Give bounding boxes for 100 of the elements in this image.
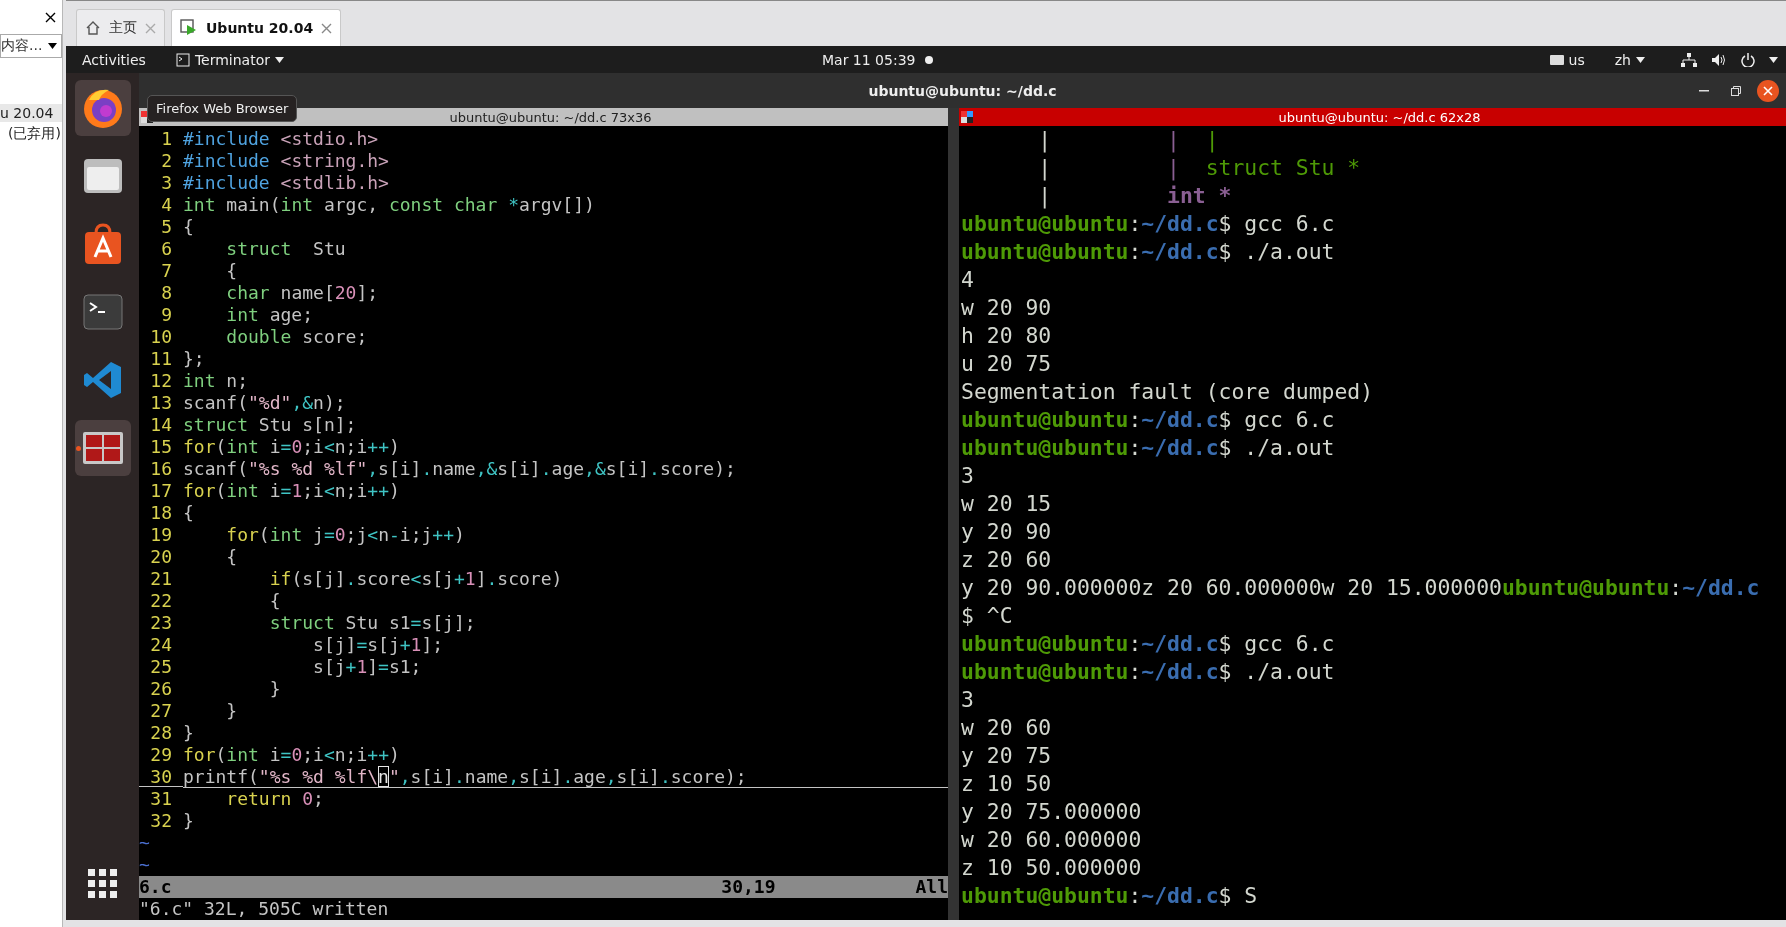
- code-line: s[j+1]=s1;: [312, 656, 423, 678]
- line-number: 15: [149, 436, 173, 458]
- search-dropdown[interactable]: 内容...: [0, 34, 62, 58]
- code-line: int main(int argc, const char *argv[]): [183, 194, 596, 216]
- terminal-line: h 20 80: [961, 323, 1052, 348]
- terminal-line: ubuntu@ubuntu:~/dd.c$ ./a.out: [961, 239, 1335, 264]
- pane-title: ubuntu@ubuntu: ~/dd.c 62x28: [1277, 109, 1482, 125]
- line-number: 16: [149, 458, 173, 480]
- code-line: {: [225, 546, 239, 568]
- scroll-position: All: [915, 876, 948, 898]
- terminal-icon: [175, 52, 190, 67]
- code-line: struct Stu s1=s[j];: [268, 612, 477, 634]
- close-icon: [1757, 80, 1779, 102]
- close-icon[interactable]: [45, 11, 56, 23]
- line-number: 4: [160, 194, 173, 216]
- terminal-line: ubuntu@ubuntu:~/dd.c$ ./a.out: [961, 659, 1335, 684]
- line-number: 31: [149, 788, 173, 810]
- keyboard-icon: [1549, 54, 1564, 65]
- library-item[interactable]: u 20.04: [0, 104, 62, 122]
- line-number: 23: [149, 612, 173, 634]
- minimize-icon: [1699, 90, 1709, 92]
- line-number: 24: [149, 634, 173, 656]
- app-grid-icon: [87, 869, 118, 899]
- power-icon[interactable]: [1741, 52, 1755, 67]
- code-line: {: [183, 502, 195, 524]
- terminal-line: ubuntu@ubuntu:~/dd.c$ S: [961, 883, 1258, 908]
- pane-title: ubuntu@ubuntu: ~/dd.c 73x36: [448, 109, 653, 125]
- line-number: 27: [149, 700, 173, 722]
- terminal-line: 3: [961, 687, 974, 712]
- line-number: 30: [139, 766, 183, 787]
- tab[interactable]: Ubuntu 20.04: [171, 9, 342, 46]
- terminal-grid-icon: [81, 431, 124, 465]
- line-number: 7: [160, 260, 173, 282]
- line-number: 9: [160, 304, 173, 326]
- code-line: scanf("%d",&n);: [183, 392, 347, 414]
- code-line: s[j]=s[j+1];: [312, 634, 445, 656]
- line-number: 6: [160, 238, 173, 260]
- terminal-line: ubuntu@ubuntu:~/dd.c$ gcc 6.c: [961, 631, 1335, 656]
- line-number: 8: [160, 282, 173, 304]
- cursor-position: 30,19: [721, 876, 776, 898]
- code-line: scanf("%s %d %lf",s[i].name,&s[i].age,&s[i].score);: [183, 458, 737, 480]
- terminal-line: $ ^C: [961, 603, 1013, 628]
- line-number: 11: [149, 348, 173, 370]
- volume-icon[interactable]: [1711, 52, 1727, 67]
- terminal-line: w 20 60: [961, 715, 1052, 740]
- code-line: for(int i=0;i<n;i++): [183, 436, 401, 458]
- terminal-line: z 10 50.000000: [961, 855, 1142, 880]
- code-line: int age;: [225, 304, 315, 326]
- terminal-line: 4: [961, 267, 974, 292]
- line-number: 20: [149, 546, 173, 568]
- terminal-grid-icon: [961, 111, 973, 123]
- code-line: char name[20];: [225, 282, 380, 304]
- pane-title-bar[interactable]: ubuntu@ubuntu: ~/dd.c 62x28: [959, 108, 1786, 126]
- caret-icon: [1636, 56, 1645, 63]
- terminal-line: | int *: [1037, 183, 1232, 208]
- terminal-line: ubuntu@ubuntu:~/dd.c$ ./a.out: [961, 435, 1335, 460]
- line-number: 25: [149, 656, 173, 678]
- terminal-line: ubuntu@ubuntu:~/dd.c$ gcc 6.c: [961, 211, 1335, 236]
- dock-launcher[interactable]: [74, 420, 131, 476]
- shopping-bag-icon: [82, 223, 123, 265]
- notification-dot-icon: [925, 55, 934, 64]
- tooltip: Firefox Web Browser: [147, 95, 298, 122]
- empty-line-marker: ~: [139, 832, 150, 853]
- code-line: }: [183, 810, 195, 832]
- clock[interactable]: Mar 11 05:39: [821, 51, 916, 68]
- code-line: {: [268, 590, 282, 612]
- activities-button[interactable]: Activities: [74, 51, 154, 68]
- dock-launcher[interactable]: [74, 80, 131, 136]
- code-line: {: [183, 216, 195, 238]
- code-line: }: [183, 722, 195, 744]
- line-number: 5: [160, 216, 173, 238]
- terminal-line: | | struct Stu *: [1037, 155, 1361, 180]
- terminal-line: ubuntu@ubuntu:~/dd.c$ gcc 6.c: [961, 407, 1335, 432]
- line-number: 1: [160, 128, 173, 150]
- line-number: 26: [149, 678, 173, 700]
- code-line: int n;: [183, 370, 250, 392]
- tab[interactable]: 主页: [76, 9, 165, 46]
- network-icon[interactable]: [1681, 52, 1697, 67]
- input-method-menu[interactable]: zh: [1606, 51, 1653, 68]
- close-button[interactable]: [1756, 79, 1780, 103]
- virtual-machine-icon: [180, 19, 198, 37]
- code-line: }: [268, 678, 282, 700]
- terminal-line: Segmentation fault (core dumped): [961, 379, 1374, 404]
- terminal-line: w 20 60.000000: [961, 827, 1142, 852]
- line-number: 32: [149, 810, 173, 832]
- code-line: double score;: [225, 326, 369, 348]
- app-menu[interactable]: Terminator: [167, 51, 292, 68]
- code-editor-icon: [82, 360, 123, 400]
- line-number: 19: [149, 524, 173, 546]
- line-number: 14: [149, 414, 173, 436]
- library-item[interactable]: (已弃用): [0, 124, 62, 144]
- keyboard-layout[interactable]: us: [1568, 51, 1585, 68]
- line-number: 17: [149, 480, 173, 502]
- terminal-line: z 10 50: [961, 771, 1052, 796]
- code-line: for(int j=0;j<n-i;j++): [225, 524, 466, 546]
- terminal-line: y 20 75.000000: [961, 799, 1142, 824]
- window-title: ubuntu@ubuntu: ~/dd.c: [868, 82, 1057, 99]
- file-name: 6.c: [139, 876, 172, 898]
- code-line: return 0;: [225, 788, 325, 810]
- code-line: for(int i=0;i<n;i++): [183, 744, 401, 766]
